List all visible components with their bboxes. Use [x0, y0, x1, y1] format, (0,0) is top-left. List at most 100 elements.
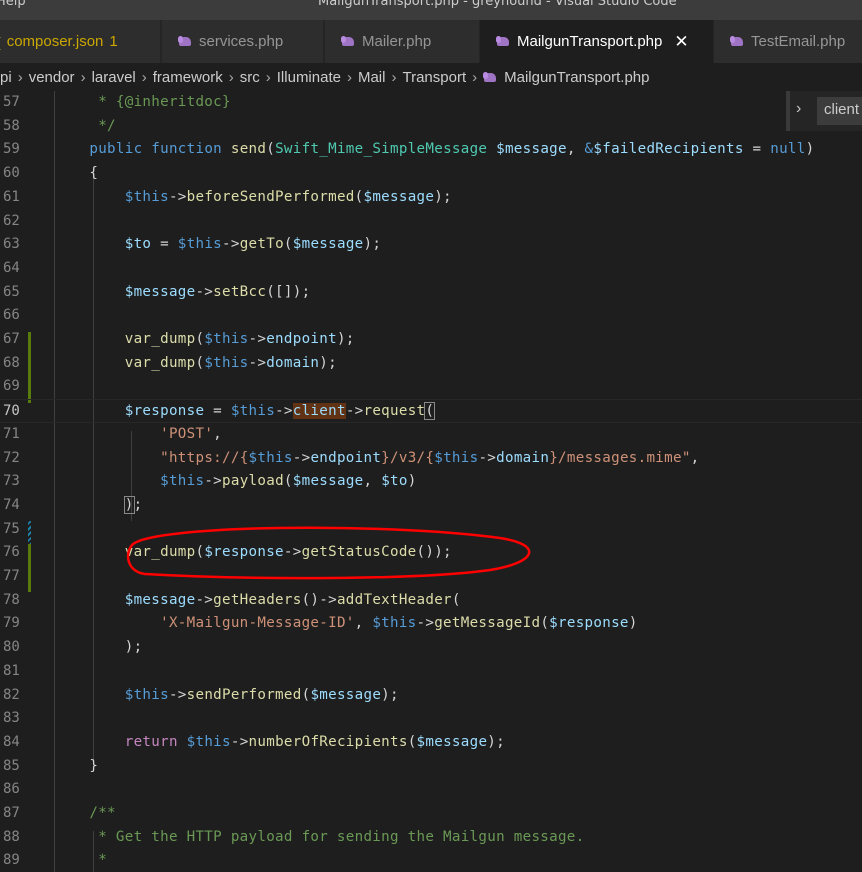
code-line[interactable]: 69 — [0, 375, 862, 399]
line-number: 89 — [3, 852, 20, 869]
code-line[interactable]: 81 — [0, 660, 862, 684]
code-line[interactable]: 84 return $this->numberOfRecipients($mes… — [0, 731, 862, 755]
code-text: ); — [123, 495, 143, 514]
line-number: 78 — [3, 591, 20, 608]
breadcrumb-item[interactable]: vendor — [29, 69, 75, 86]
tab-label: MailgunTransport.php — [517, 33, 663, 50]
code-text: var_dump($response->getStatusCode()); — [124, 544, 452, 561]
line-number: 79 — [3, 615, 20, 632]
breadcrumb-item[interactable]: Mail — [358, 69, 386, 86]
line-number: 77 — [3, 568, 20, 584]
code-line[interactable]: 61 $this->beforeSendPerformed($message); — [0, 186, 862, 210]
code-line[interactable]: 77 — [0, 565, 862, 589]
code-editor[interactable]: 57 * {@inheritdoc} 58 */59 public functio… — [0, 91, 862, 872]
line-number: 67 — [3, 331, 20, 347]
tab-testemail-php[interactable]: TestEmail.php — [714, 20, 862, 63]
chevron-right-icon: › — [472, 68, 478, 86]
code-line[interactable]: 70 $response = $this->client->request( — [0, 399, 862, 423]
code-line[interactable]: 88 * Get the HTTP payload for sending th… — [0, 826, 862, 850]
code-line[interactable]: 86 — [0, 778, 862, 802]
code-line[interactable]: 78 $message->getHeaders()->addTextHeader… — [0, 589, 862, 613]
code-text: $message->getHeaders()->addTextHeader( — [124, 591, 461, 608]
breadcrumb-item[interactable]: Illuminate — [277, 69, 341, 86]
code-line[interactable]: 67 var_dump($this->endpoint); — [0, 328, 862, 352]
code-line[interactable]: 63 $to = $this->getTo($message); — [0, 233, 862, 257]
code-line[interactable]: 74 ); — [0, 494, 862, 518]
code-line[interactable]: 59 public function send(Swift_Mime_Simpl… — [0, 138, 862, 162]
tab-label: composer.json — [6, 33, 104, 50]
line-number: 57 — [3, 94, 20, 110]
code-text: 'X-Mailgun-Message-ID', $this->getMessag… — [160, 615, 638, 632]
code-line[interactable]: 82 $this->sendPerformed($message); — [0, 684, 862, 708]
code-text: $response = $this->client->request( — [124, 402, 436, 421]
line-number: 86 — [3, 781, 20, 798]
code-text: public function send(Swift_Mime_SimpleMe… — [89, 141, 815, 158]
tab-services-php[interactable]: services.php — [162, 20, 324, 63]
breadcrumb-item[interactable]: laravel — [92, 69, 136, 86]
php-elephant-icon — [341, 36, 356, 47]
line-number: 63 — [3, 236, 20, 253]
code-line[interactable]: 76 var_dump($response->getStatusCode()); — [0, 541, 862, 565]
line-number: 72 — [3, 449, 20, 466]
php-elephant-icon — [178, 36, 193, 47]
code-text: * Get the HTTP payload for sending the M… — [54, 828, 585, 845]
code-line[interactable]: 80 ); — [0, 636, 862, 660]
tab-mailer-php[interactable]: Mailer.php — [325, 20, 480, 63]
code-line[interactable]: 87 /** — [0, 802, 862, 826]
line-number: 73 — [3, 473, 20, 490]
code-text: ); — [54, 639, 143, 656]
close-icon[interactable]: ✕ — [674, 32, 688, 52]
code-line[interactable]: 71 'POST', — [0, 423, 862, 447]
window-title: MailgunTransport.php - greyhound - Visua… — [318, 0, 677, 9]
line-number: 70 — [3, 403, 20, 420]
line-number: 84 — [3, 733, 20, 750]
breadcrumb-item[interactable]: framework — [153, 69, 223, 86]
php-elephant-icon — [730, 36, 745, 47]
code-line[interactable]: 89 * — [0, 849, 862, 872]
breadcrumb: pi › vendor › laravel › framework › src … — [0, 63, 862, 91]
line-number: 88 — [3, 828, 20, 845]
breadcrumb-item[interactable]: Transport — [402, 69, 466, 86]
code-text: $this->payload($message, $to) — [160, 473, 417, 490]
menu-help[interactable]: Help — [0, 0, 26, 9]
tab-composer-json[interactable]: { composer.json 1 — [0, 20, 161, 63]
find-input[interactable]: client — [817, 97, 862, 125]
code-line[interactable]: 66 — [0, 304, 862, 328]
code-line[interactable]: 62 — [0, 210, 862, 234]
code-line[interactable]: 58 */ — [0, 115, 862, 139]
tab-mailguntransport-php[interactable]: MailgunTransport.php ✕ — [480, 20, 714, 63]
code-line[interactable]: 75 — [0, 518, 862, 542]
tab-label: services.php — [199, 33, 284, 50]
code-text: $to = $this->getTo($message); — [124, 236, 382, 253]
line-number: 85 — [3, 757, 20, 774]
code-text: "https://{$this->endpoint}/v3/{$this->do… — [160, 449, 700, 466]
code-line[interactable]: 83 — [0, 707, 862, 731]
breadcrumb-item[interactable]: pi — [0, 69, 12, 86]
line-number: 69 — [3, 378, 20, 395]
code-text: * {@inheritdoc} — [54, 94, 231, 110]
title-bar: Help MailgunTransport.php - greyhound - … — [0, 0, 862, 20]
chevron-right-icon: › — [346, 68, 352, 86]
code-line[interactable]: 85 } — [0, 755, 862, 779]
chevron-right-icon: › — [80, 68, 86, 86]
line-number: 64 — [3, 259, 20, 276]
chevron-right-icon[interactable]: › — [796, 100, 801, 118]
code-text: $this->sendPerformed($message); — [124, 686, 399, 703]
line-number: 82 — [3, 686, 20, 703]
breadcrumb-item-file[interactable]: MailgunTransport.php — [504, 69, 649, 86]
line-number: 80 — [3, 639, 20, 656]
php-elephant-icon — [496, 36, 511, 47]
line-number: 75 — [3, 520, 20, 537]
code-line[interactable]: 72 "https://{$this->endpoint}/v3/{$this-… — [0, 447, 862, 471]
code-line[interactable]: 73 $this->payload($message, $to) — [0, 470, 862, 494]
code-line[interactable]: 79 'X-Mailgun-Message-ID', $this->getMes… — [0, 612, 862, 636]
tab-label: TestEmail.php — [751, 33, 846, 50]
line-number: 58 — [3, 117, 20, 134]
breadcrumb-item[interactable]: src — [240, 69, 260, 86]
chevron-right-icon: › — [141, 68, 147, 86]
code-line[interactable]: 65 $message->setBcc([]); — [0, 281, 862, 305]
code-line[interactable]: 60 { — [0, 162, 862, 186]
code-line[interactable]: 68 var_dump($this->domain); — [0, 352, 862, 376]
code-line[interactable]: 64 — [0, 257, 862, 281]
code-line[interactable]: 57 * {@inheritdoc} — [0, 91, 862, 115]
